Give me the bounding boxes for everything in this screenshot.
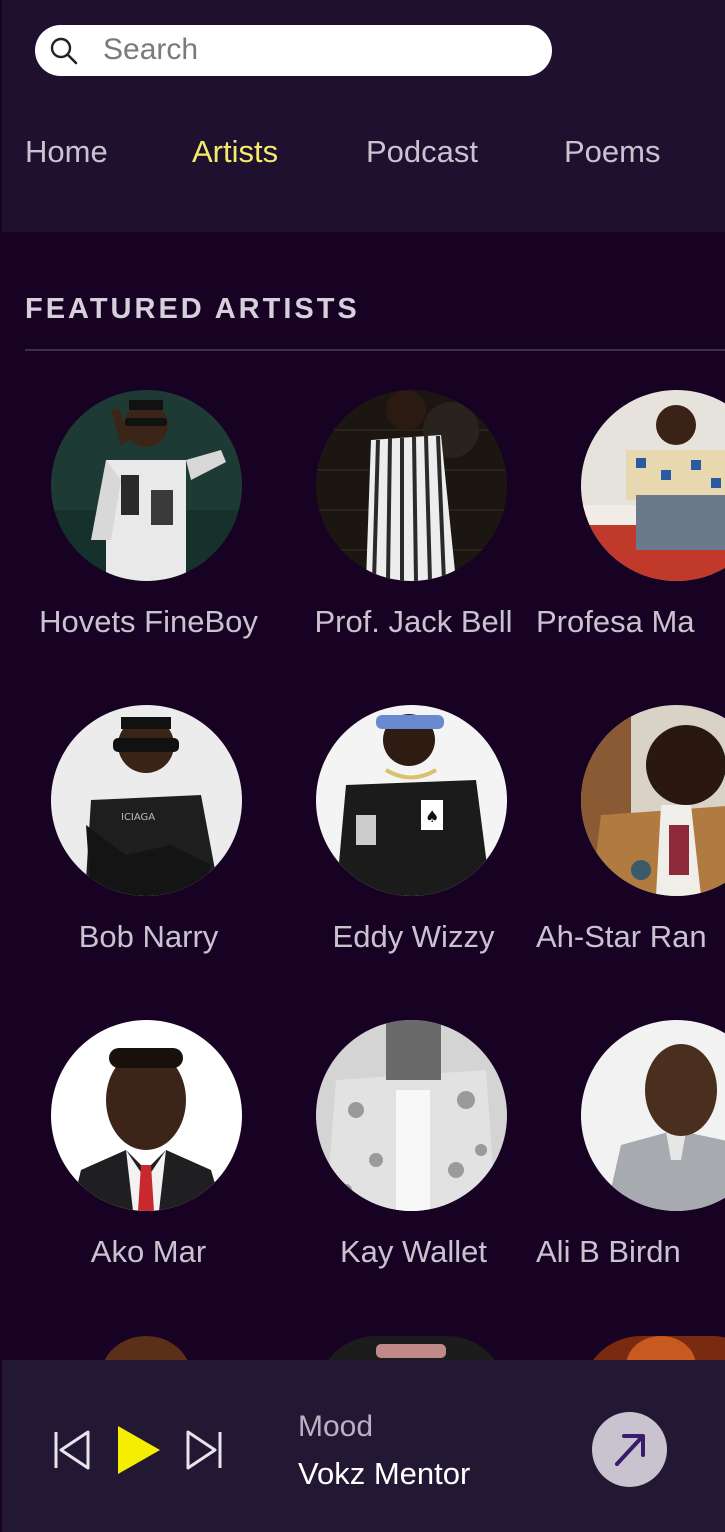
play-icon[interactable] [114,1424,162,1476]
artist-name: Ako Mar [90,1234,207,1269]
artist-avatar[interactable] [581,1020,725,1211]
artist-name: Profesa Ma [536,604,695,639]
artist-name: Hovets FineBoy [39,604,258,639]
tab-podcast[interactable]: Podcast [366,132,478,172]
track-artist[interactable]: Vokz Mentor [298,1454,470,1494]
section-title: FEATURED ARTISTS [25,293,360,325]
artist-avatar[interactable]: ♠ [316,705,507,896]
artist-card[interactable]: ♠ Eddy Wizzy [281,705,546,1005]
search-icon[interactable] [49,36,79,66]
artist-card[interactable]: Kay Wallet [281,1020,546,1320]
track-title[interactable]: Mood [298,1408,373,1446]
arrow-up-right-icon [615,1434,645,1466]
expand-player-button[interactable] [592,1412,667,1487]
artist-name: Bob Narry [78,919,219,954]
artist-avatar[interactable] [581,390,725,581]
skip-previous-icon[interactable] [52,1428,92,1472]
artist-name: Ali B Birdn [536,1234,681,1269]
artist-name: Ah-Star Ran [536,919,707,954]
artist-card[interactable]: Prof. Jack Bell [281,390,546,690]
search-bar[interactable] [35,25,552,76]
artist-avatar[interactable] [51,1020,242,1211]
app-header: Home Artists Podcast Poems [2,0,725,232]
artist-card[interactable]: Ali B Birdn [536,1020,725,1320]
artist-card[interactable]: Profesa Ma [536,390,725,690]
artists-screen: Home Artists Podcast Poems FEATURED ARTI… [0,0,725,1532]
artist-card[interactable]: ICIAGA Bob Narry [16,705,281,1005]
artist-avatar[interactable] [581,705,725,896]
tab-artists[interactable]: Artists [192,132,278,172]
skip-next-icon[interactable] [184,1428,224,1472]
artist-avatar[interactable] [316,390,507,581]
artist-avatar[interactable]: ICIAGA [51,705,242,896]
tab-home[interactable]: Home [25,132,108,172]
artist-name: Prof. Jack Bell [314,604,513,639]
artist-name: Eddy Wizzy [332,919,495,954]
tab-poems[interactable]: Poems [564,132,660,172]
svg-text:ICIAGA: ICIAGA [121,812,155,823]
artist-card[interactable]: Ah-Star Ran [536,705,725,1005]
artist-card[interactable]: Hovets FineBoy [16,390,281,690]
artist-avatar[interactable] [316,1020,507,1211]
artist-avatar[interactable] [51,390,242,581]
artist-name: Kay Wallet [339,1234,487,1269]
search-input[interactable] [103,31,523,69]
section-divider [25,349,725,351]
artist-card[interactable]: Ako Mar [16,1020,281,1320]
svg-text:♠: ♠ [425,807,439,826]
